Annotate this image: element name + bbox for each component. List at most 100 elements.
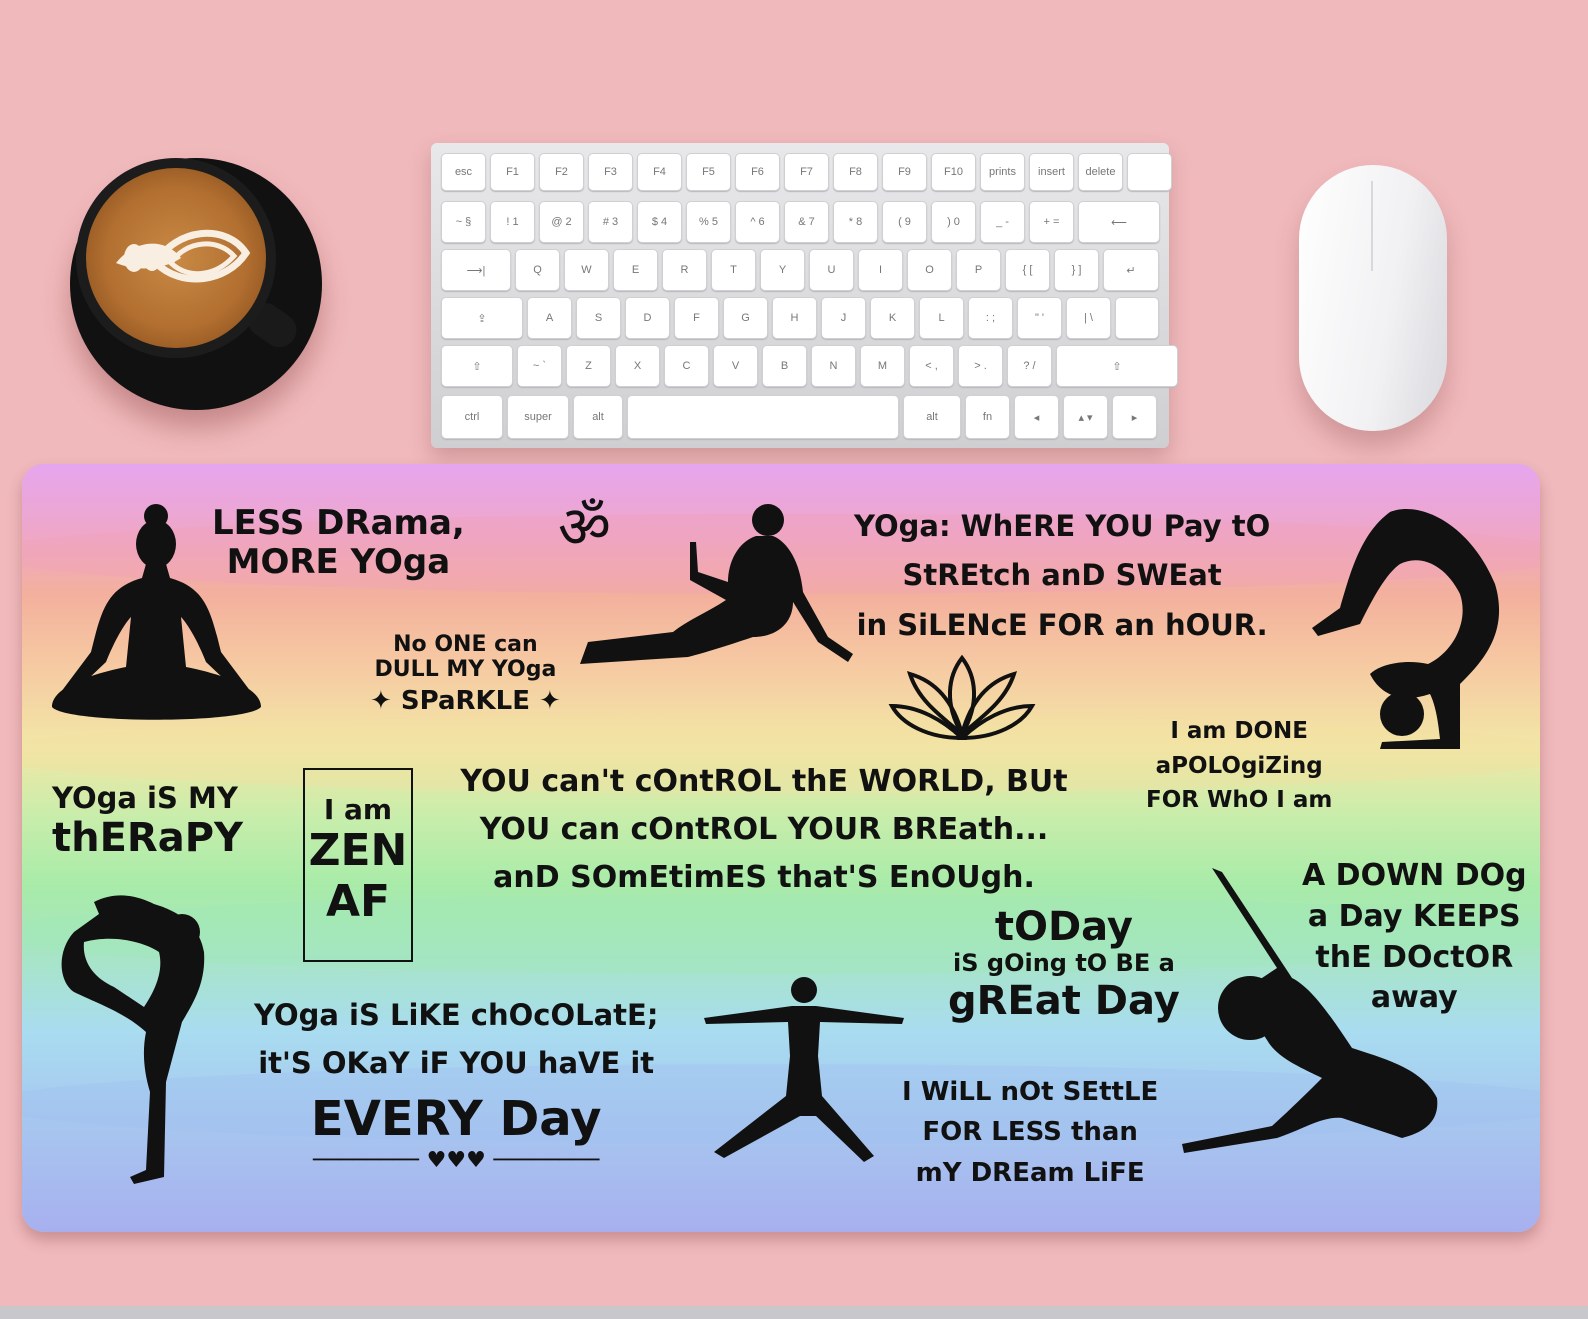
key-2-12[interactable]: } ] <box>1054 249 1099 291</box>
key-3-5[interactable]: G <box>723 297 768 339</box>
key-1-2[interactable]: @ 2 <box>539 201 584 243</box>
key-2-9[interactable]: O <box>907 249 952 291</box>
key-1-8[interactable]: * 8 <box>833 201 878 243</box>
key-3-6[interactable]: H <box>772 297 817 339</box>
key-2-10[interactable]: P <box>956 249 1001 291</box>
today-text: tODay iS gOing tO BE a gREat Day <box>948 904 1180 1024</box>
key-2-1[interactable]: Q <box>515 249 560 291</box>
key-1-11[interactable]: _ - <box>980 201 1025 243</box>
key-4-0[interactable]: ⇧ <box>441 345 513 387</box>
key-2-7[interactable]: U <box>809 249 854 291</box>
key-1-5[interactable]: % 5 <box>686 201 731 243</box>
key-5-3[interactable] <box>627 395 899 439</box>
key-5-0[interactable]: ctrl <box>441 395 503 439</box>
key-3-3[interactable]: D <box>625 297 670 339</box>
key-4-8[interactable]: M <box>860 345 905 387</box>
key-5-1[interactable]: super <box>507 395 569 439</box>
key-0-2[interactable]: F2 <box>539 153 584 191</box>
coffee-cup <box>70 158 322 410</box>
sparkle-icon: ✦ <box>539 685 561 716</box>
key-4-7[interactable]: N <box>811 345 856 387</box>
dancer-pose-silhouette <box>54 892 214 1192</box>
key-3-0[interactable]: ⇪ <box>441 297 523 339</box>
key-1-3[interactable]: # 3 <box>588 201 633 243</box>
key-5-5[interactable]: fn <box>965 395 1010 439</box>
key-2-13[interactable]: ↵ <box>1103 249 1159 291</box>
key-0-0[interactable]: esc <box>441 153 486 191</box>
key-0-12[interactable]: insert <box>1029 153 1074 191</box>
key-2-5[interactable]: T <box>711 249 756 291</box>
key-0-9[interactable]: F9 <box>882 153 927 191</box>
key-3-12[interactable]: | \ <box>1066 297 1111 339</box>
key-0-13[interactable]: delete <box>1078 153 1123 191</box>
key-4-3[interactable]: X <box>615 345 660 387</box>
key-1-7[interactable]: & 7 <box>784 201 829 243</box>
latte-art <box>86 168 266 348</box>
key-1-1[interactable]: ! 1 <box>490 201 535 243</box>
key-2-11[interactable]: { [ <box>1005 249 1050 291</box>
text-line: YOga iS MY <box>52 781 238 815</box>
keyboard[interactable]: esc F1 F2 F3 F4 F5 F6 F7 F8 F9 F10 prints insert dele… <box>431 143 1178 448</box>
key-1-6[interactable]: ^ 6 <box>735 201 780 243</box>
key-4-5[interactable]: V <box>713 345 758 387</box>
text-line: StREtch anD SWEat <box>902 558 1222 593</box>
key-1-4[interactable]: $ 4 <box>637 201 682 243</box>
key-2-2[interactable]: W <box>564 249 609 291</box>
key-5-7[interactable]: ▴ ▾ <box>1063 395 1108 439</box>
key-3-4[interactable]: F <box>674 297 719 339</box>
key-5-8[interactable]: ▸ <box>1112 395 1157 439</box>
key-0-4[interactable]: F4 <box>637 153 682 191</box>
sparkle-line: ✦ SPaRKLE ✦ <box>370 685 561 717</box>
text-line: No ONE can <box>393 632 538 657</box>
key-4-12[interactable]: ⇧ <box>1056 345 1178 387</box>
key-0-8[interactable]: F8 <box>833 153 878 191</box>
text-line: YOU can't cOntROL thE WORLD, BUt <box>460 764 1068 799</box>
text-line: I WiLL nOt SEttLE <box>902 1077 1159 1107</box>
key-0-3[interactable]: F3 <box>588 153 633 191</box>
key-0-10[interactable]: F10 <box>931 153 976 191</box>
key-5-4[interactable]: alt <box>903 395 961 439</box>
key-1-9[interactable]: ( 9 <box>882 201 927 243</box>
key-0-1[interactable]: F1 <box>490 153 535 191</box>
key-4-4[interactable]: C <box>664 345 709 387</box>
key-2-4[interactable]: R <box>662 249 707 291</box>
key-5-2[interactable]: alt <box>573 395 623 439</box>
no-one-can-text: No ONE can DULL MY YOga ✦ SPaRKLE ✦ <box>370 632 561 716</box>
key-1-13[interactable]: ⟵ <box>1078 201 1160 243</box>
key-4-10[interactable]: > . <box>958 345 1003 387</box>
key-3-2[interactable]: S <box>576 297 621 339</box>
lotus-icon <box>888 654 1036 746</box>
key-3-1[interactable]: A <box>527 297 572 339</box>
key-4-1[interactable]: ~ ` <box>517 345 562 387</box>
yoga-desk-mat: LESS DRama, MORE YOga ॐ YOga: WhERE YOU … <box>22 464 1540 1232</box>
mouse[interactable] <box>1299 165 1447 431</box>
key-2-0[interactable]: ⟶| <box>441 249 511 291</box>
key-0-11[interactable]: prints <box>980 153 1025 191</box>
key-2-3[interactable]: E <box>613 249 658 291</box>
key-2-6[interactable]: Y <box>760 249 805 291</box>
key-0-5[interactable]: F5 <box>686 153 731 191</box>
key-1-0[interactable]: ~ § <box>441 201 486 243</box>
chocolate-text: YOga iS LiKE chOcOLatE; it'S OKaY iF YOU… <box>254 992 658 1172</box>
key-3-9[interactable]: L <box>919 297 964 339</box>
key-1-12[interactable]: + = <box>1029 201 1074 243</box>
return-key-lower[interactable] <box>1115 297 1159 339</box>
key-0-14[interactable] <box>1127 153 1172 191</box>
key-3-10[interactable]: : ; <box>968 297 1013 339</box>
less-drama-text: LESS DRama, MORE YOga <box>212 503 465 582</box>
key-4-11[interactable]: ? / <box>1007 345 1052 387</box>
key-5-6[interactable]: ◂ <box>1014 395 1059 439</box>
key-3-8[interactable]: K <box>870 297 915 339</box>
key-4-6[interactable]: B <box>762 345 807 387</box>
key-2-8[interactable]: I <box>858 249 903 291</box>
side-stretch-silhouette <box>1182 868 1442 1168</box>
key-3-7[interactable]: J <box>821 297 866 339</box>
key-1-10[interactable]: ) 0 <box>931 201 976 243</box>
key-0-7[interactable]: F7 <box>784 153 829 191</box>
key-4-2[interactable]: Z <box>566 345 611 387</box>
hearts-divider: ──────── ♥♥♥ ──────── <box>313 1148 600 1174</box>
key-4-9[interactable]: < , <box>909 345 954 387</box>
text-line: tODay <box>994 904 1133 950</box>
key-3-11[interactable]: " ' <box>1017 297 1062 339</box>
key-0-6[interactable]: F6 <box>735 153 780 191</box>
